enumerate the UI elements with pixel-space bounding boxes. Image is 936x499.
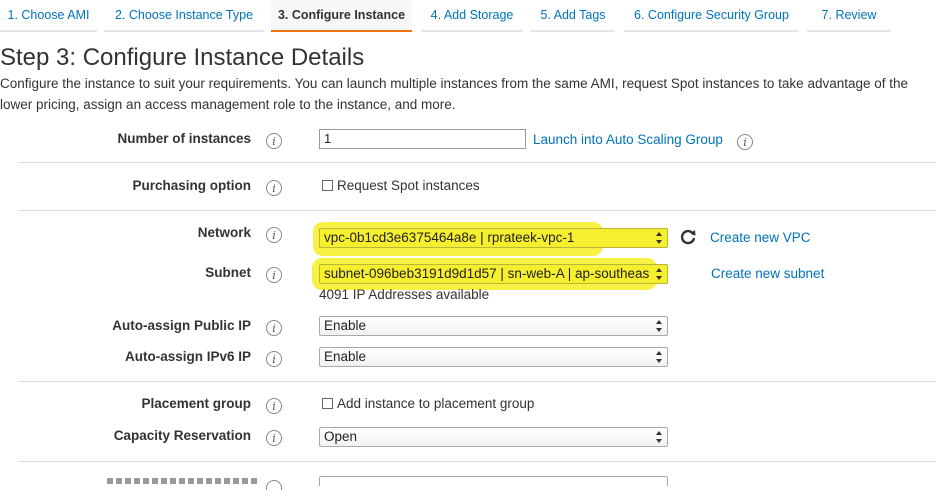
select-arrows-icon — [656, 431, 662, 443]
num-instances-input[interactable] — [319, 129, 526, 149]
placement-group-label: Placement group — [141, 396, 251, 411]
launch-auto-scaling-link[interactable]: Launch into Auto Scaling Group — [533, 132, 723, 147]
placement-group-option[interactable]: Add instance to placement group — [322, 396, 534, 411]
tab-configure-instance[interactable]: 3. Configure Instance — [271, 0, 412, 32]
capacity-reservation-value: Open — [324, 429, 358, 444]
network-select[interactable]: vpc-0b1cd3e6375464a8e | rprateek-vpc-1 — [319, 228, 668, 248]
request-spot-checkbox[interactable] — [322, 180, 333, 191]
tab-configure-security-group[interactable]: 6. Configure Security Group — [624, 0, 799, 32]
divider — [18, 461, 936, 462]
subnet-select[interactable]: subnet-096beb3191d9d1d57 | sn-web-A | ap… — [319, 264, 668, 284]
select-arrows-icon — [656, 320, 662, 332]
select-arrows-icon — [656, 232, 662, 244]
divider — [18, 162, 936, 163]
auto-assign-ipv6-label: Auto-assign IPv6 IP — [124, 349, 251, 364]
auto-assign-ipv6-select[interactable]: Enable — [319, 347, 668, 367]
info-icon[interactable] — [266, 480, 282, 490]
info-icon[interactable]: i — [266, 320, 282, 336]
capacity-reservation-label: Capacity Reservation — [113, 428, 251, 443]
auto-assign-public-ip-label: Auto-assign Public IP — [112, 318, 251, 333]
tab-choose-instance-type[interactable]: 2. Choose Instance Type — [104, 0, 264, 32]
wizard-tabs: 1. Choose AMI 2. Choose Instance Type 3.… — [0, 0, 936, 32]
auto-assign-public-ip-select[interactable]: Enable — [319, 316, 668, 336]
select-arrows-icon — [656, 351, 662, 363]
info-icon[interactable]: i — [266, 351, 282, 367]
network-value: vpc-0b1cd3e6375464a8e | rprateek-vpc-1 — [324, 230, 575, 245]
cutoff-select[interactable] — [319, 476, 668, 486]
auto-assign-public-ip-value: Enable — [324, 318, 367, 333]
placement-group-checkbox[interactable] — [322, 398, 333, 409]
info-icon[interactable]: i — [266, 430, 282, 446]
info-icon[interactable]: i — [266, 133, 282, 149]
info-icon[interactable]: i — [266, 227, 282, 243]
info-icon[interactable]: i — [266, 398, 282, 414]
tab-add-tags[interactable]: 5. Add Tags — [531, 0, 615, 32]
tab-add-storage[interactable]: 4. Add Storage — [421, 0, 523, 32]
request-spot-option[interactable]: Request Spot instances — [322, 178, 480, 193]
divider — [18, 210, 936, 211]
page-title: Step 3: Configure Instance Details — [0, 44, 365, 71]
info-icon[interactable]: i — [737, 134, 753, 150]
placement-group-checkbox-label: Add instance to placement group — [337, 396, 535, 411]
info-icon[interactable]: i — [266, 180, 282, 196]
refresh-icon[interactable] — [679, 228, 697, 246]
subnet-label: Subnet — [205, 265, 251, 280]
tab-review[interactable]: 7. Review — [807, 0, 891, 32]
divider — [18, 381, 936, 382]
tab-choose-ami[interactable]: 1. Choose AMI — [0, 0, 97, 32]
select-arrows-icon — [656, 268, 662, 280]
info-icon[interactable]: i — [266, 267, 282, 283]
subnet-value: subnet-096beb3191d9d1d57 | sn-web-A | ap… — [324, 266, 649, 281]
page-description: Configure the instance to suit your requ… — [0, 76, 909, 112]
create-new-subnet-link[interactable]: Create new subnet — [711, 266, 824, 281]
auto-assign-ipv6-value: Enable — [324, 349, 367, 364]
create-new-vpc-link[interactable]: Create new VPC — [710, 230, 811, 245]
ip-available-note: 4091 IP Addresses available — [319, 287, 490, 302]
purchasing-option-label: Purchasing option — [132, 178, 251, 193]
cutoff-row-label — [107, 478, 257, 484]
network-label: Network — [197, 225, 251, 240]
capacity-reservation-select[interactable]: Open — [319, 427, 668, 447]
num-instances-label: Number of instances — [117, 131, 251, 146]
request-spot-label: Request Spot instances — [337, 178, 480, 193]
